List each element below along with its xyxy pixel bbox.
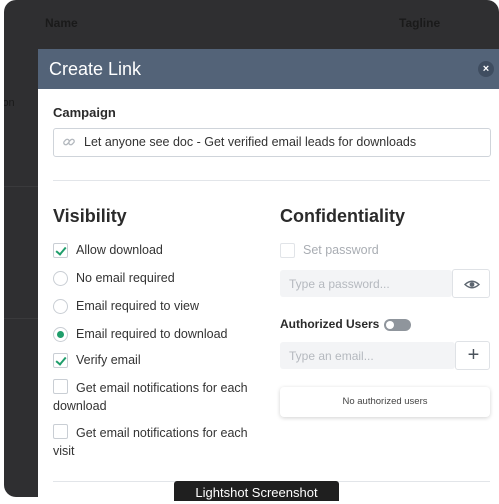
- option-label: Get email notifications for each visit: [53, 426, 248, 458]
- campaign-label: Campaign: [53, 105, 116, 120]
- set-password-label: Set password: [303, 243, 379, 257]
- email-required-view-radio[interactable]: [53, 299, 68, 314]
- email-required-download-radio[interactable]: [53, 327, 68, 342]
- modal-title: Create Link: [49, 59, 142, 79]
- plus-icon: +: [467, 344, 480, 366]
- modal-header: Create Link ×: [38, 49, 499, 89]
- email-input[interactable]: Type an email...: [280, 342, 455, 369]
- option-label: Email required to download: [76, 327, 228, 341]
- show-password-button[interactable]: [452, 269, 490, 298]
- add-user-button[interactable]: +: [455, 341, 490, 370]
- option-label: Email required to view: [76, 299, 199, 313]
- campaign-value: Let anyone see doc - Get verified email …: [84, 135, 417, 149]
- screenshot-tooltip: Lightshot Screenshot: [174, 481, 339, 501]
- option-label: Verify email: [76, 353, 141, 367]
- section-divider: [53, 180, 490, 181]
- column-header-name: Name: [45, 16, 78, 30]
- email-placeholder: Type an email...: [289, 349, 374, 363]
- option-label: No email required: [76, 271, 175, 285]
- background-divider: [4, 186, 40, 187]
- confidentiality-title: Confidentiality: [280, 206, 405, 226]
- create-link-modal: Create Link × Campaign Let anyone see do…: [38, 49, 499, 501]
- link-icon: [63, 138, 75, 146]
- password-placeholder: Type a password...: [289, 277, 390, 291]
- background-side-text: ion: [4, 97, 15, 109]
- eye-icon: [463, 280, 481, 289]
- campaign-field[interactable]: Let anyone see doc - Get verified email …: [53, 128, 491, 157]
- option-label: Allow download: [76, 243, 163, 257]
- set-password-checkbox[interactable]: [280, 243, 295, 258]
- authorized-users-label: Authorized Users: [280, 317, 380, 331]
- close-button[interactable]: ×: [478, 61, 494, 77]
- allow-download-checkbox[interactable]: [53, 243, 68, 258]
- no-email-required-radio[interactable]: [53, 271, 68, 286]
- no-authorized-users-panel: No authorized users: [280, 387, 490, 417]
- background-divider: [4, 318, 40, 319]
- authorized-users-toggle[interactable]: [384, 319, 411, 331]
- column-header-tagline: Tagline: [399, 16, 441, 30]
- visibility-title: Visibility: [53, 206, 127, 226]
- option-label: Get email notifications for each downloa…: [53, 381, 248, 413]
- password-input[interactable]: Type a password...: [280, 270, 452, 297]
- verify-email-checkbox[interactable]: [53, 353, 68, 368]
